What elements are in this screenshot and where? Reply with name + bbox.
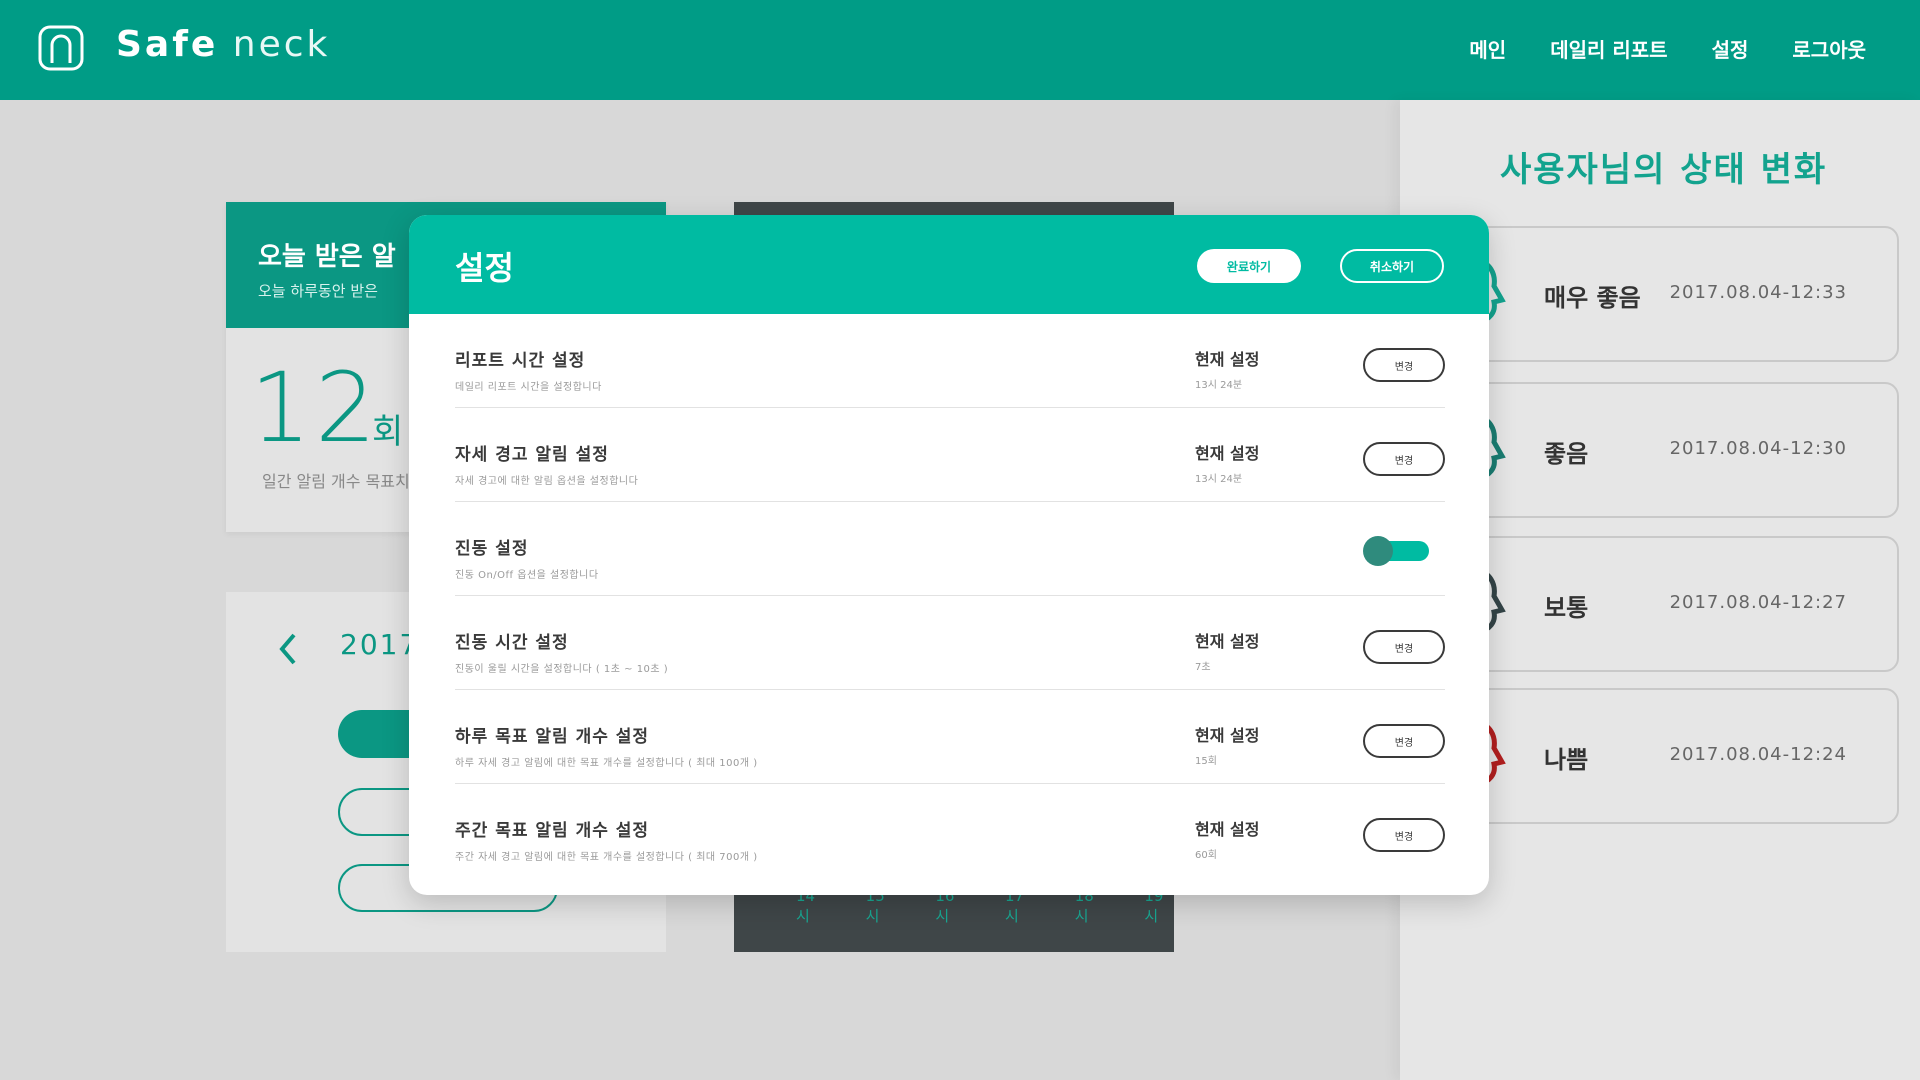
status-time: 2017.08.04-12:24 <box>1669 744 1847 765</box>
setting-row-posture-alert: 자세 경고 알림 설정 자세 경고에 대한 알림 옵션을 설정합니다 현재 설정… <box>455 408 1445 502</box>
setting-row-weekly-goal: 주간 목표 알림 개수 설정 주간 자세 경고 알림에 대한 목표 개수를 설정… <box>455 784 1445 878</box>
setting-description: 데일리 리포트 시간을 설정합니다 <box>455 382 602 393</box>
current-setting-value: 15회 <box>1195 756 1217 767</box>
setting-description: 진동이 울릴 시간을 설정합니다 ( 1초 ~ 10초 ) <box>455 664 669 675</box>
nav-item-logout[interactable]: 로그아웃 <box>1792 34 1866 63</box>
chevron-left-icon[interactable] <box>278 632 298 666</box>
nav-item-daily-report[interactable]: 데일리 리포트 <box>1550 34 1667 63</box>
change-button[interactable]: 변경 <box>1363 724 1445 758</box>
setting-description: 자세 경고에 대한 알림 옵션을 설정합니다 <box>455 476 639 487</box>
setting-title: 하루 목표 알림 개수 설정 <box>455 727 650 747</box>
today-alerts-unit: 회 <box>372 412 404 452</box>
setting-description: 하루 자세 경고 알림에 대한 목표 개수를 설정합니다 ( 최대 100개 ) <box>455 758 758 769</box>
setting-title: 자세 경고 알림 설정 <box>455 445 609 465</box>
status-time: 2017.08.04-12:30 <box>1669 438 1847 459</box>
status-time: 2017.08.04-12:33 <box>1669 282 1847 303</box>
setting-description: 진동 On/Off 옵션을 설정합니다 <box>455 570 599 581</box>
toggle-knob <box>1363 536 1393 566</box>
settings-modal-title: 설정 <box>455 249 514 287</box>
status-card[interactable]: 매우 좋음 2017.08.04-12:33 <box>1470 226 1899 362</box>
setting-row-vibration: 진동 설정 진동 On/Off 옵션을 설정합니다 <box>455 502 1445 596</box>
change-button[interactable]: 변경 <box>1363 630 1445 664</box>
status-label: 좋음 <box>1544 440 1589 468</box>
change-button[interactable]: 변경 <box>1363 348 1445 382</box>
nav-menu: 메인 데일리 리포트 설정 로그아웃 <box>1425 34 1866 63</box>
today-alerts-count: 12 <box>250 352 381 464</box>
change-button[interactable]: 변경 <box>1363 442 1445 476</box>
current-setting-label: 현재 설정 <box>1195 820 1260 839</box>
setting-description: 주간 자세 경고 알림에 대한 목표 개수를 설정합니다 ( 최대 700개 ) <box>455 852 758 863</box>
status-card[interactable]: 좋음 2017.08.04-12:30 <box>1470 382 1899 518</box>
nav-item-main[interactable]: 메인 <box>1469 34 1506 63</box>
today-alerts-subtitle: 오늘 하루동안 받은 <box>258 282 378 300</box>
change-button[interactable]: 변경 <box>1363 818 1445 852</box>
cancel-button[interactable]: 취소하기 <box>1340 249 1444 283</box>
top-navbar: Safe neck 메인 데일리 리포트 설정 로그아웃 <box>0 0 1920 100</box>
settings-modal-header: 설정 완료하기 취소하기 <box>409 215 1489 314</box>
setting-title: 주간 목표 알림 개수 설정 <box>455 821 650 841</box>
today-alerts-note: 일간 알림 개수 목표치 <box>262 472 410 491</box>
current-setting-label: 현재 설정 <box>1195 726 1260 745</box>
status-label: 나쁨 <box>1544 746 1589 774</box>
current-setting-value: 60회 <box>1195 850 1217 861</box>
status-time: 2017.08.04-12:27 <box>1669 592 1847 613</box>
setting-row-report-time: 리포트 시간 설정 데일리 리포트 시간을 설정합니다 현재 설정 13시 24… <box>455 314 1445 408</box>
setting-title: 리포트 시간 설정 <box>455 351 586 371</box>
setting-row-daily-goal: 하루 목표 알림 개수 설정 하루 자세 경고 알림에 대한 목표 개수를 설정… <box>455 690 1445 784</box>
vibration-toggle[interactable] <box>1363 536 1431 566</box>
status-card[interactable]: 보통 2017.08.04-12:27 <box>1470 536 1899 672</box>
status-label: 보통 <box>1544 594 1589 622</box>
current-setting-label: 현재 설정 <box>1195 632 1260 651</box>
today-alerts-title: 오늘 받은 알 <box>258 242 396 272</box>
status-label: 매우 좋음 <box>1544 284 1641 312</box>
current-setting-value: 13시 24분 <box>1195 474 1243 485</box>
done-button[interactable]: 완료하기 <box>1197 249 1301 283</box>
settings-modal: 설정 완료하기 취소하기 리포트 시간 설정 데일리 리포트 시간을 설정합니다… <box>409 215 1489 895</box>
logo-text-bold: Safe <box>116 24 219 65</box>
setting-row-vibration-time: 진동 시간 설정 진동이 울릴 시간을 설정합니다 ( 1초 ~ 10초 ) 현… <box>455 596 1445 690</box>
logo-text[interactable]: Safe neck <box>116 24 330 65</box>
setting-title: 진동 시간 설정 <box>455 633 569 653</box>
status-card[interactable]: 나쁨 2017.08.04-12:24 <box>1470 688 1899 824</box>
logo-icon <box>38 25 84 71</box>
current-setting-value: 7초 <box>1195 662 1211 673</box>
setting-title: 진동 설정 <box>455 539 529 559</box>
current-setting-label: 현재 설정 <box>1195 444 1260 463</box>
logo-text-light: neck <box>232 24 331 65</box>
current-setting-label: 현재 설정 <box>1195 350 1260 369</box>
calendar-year: 2017 <box>340 628 420 661</box>
nav-item-settings[interactable]: 설정 <box>1712 34 1749 63</box>
current-setting-value: 13시 24분 <box>1195 380 1243 391</box>
status-history-title: 사용자님의 상태 변화 <box>1500 150 1828 190</box>
